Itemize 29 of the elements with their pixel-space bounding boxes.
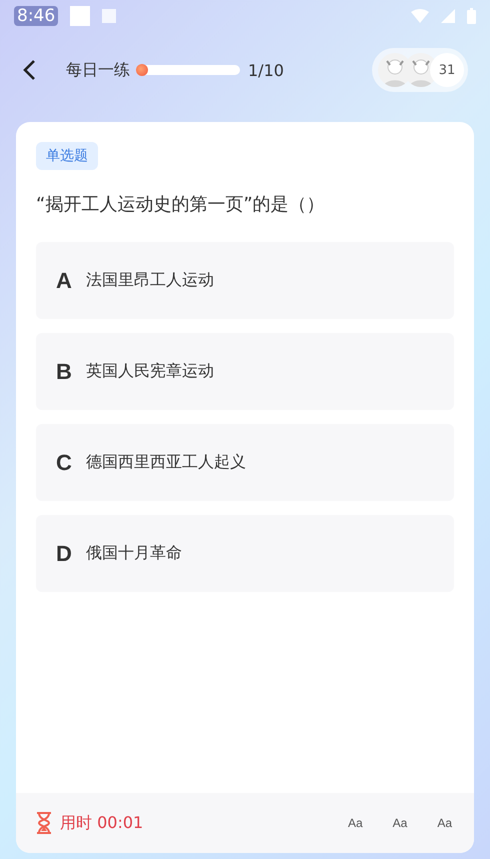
option-text: 德国西里西亚工人起义 bbox=[86, 452, 246, 473]
font-size-button[interactable]: Aa bbox=[390, 814, 410, 832]
signal-icon bbox=[441, 9, 455, 23]
option-letter: C bbox=[56, 450, 73, 476]
option-letter: D bbox=[56, 540, 73, 566]
answer-option[interactable]: A 法国里昂工人运动 bbox=[36, 242, 454, 319]
answer-option[interactable]: C 德国西里西亚工人起义 bbox=[36, 424, 454, 501]
option-letter: B bbox=[56, 358, 73, 384]
status-time: 8:46 bbox=[14, 6, 58, 26]
answer-option[interactable]: B 英国人民宪章运动 bbox=[36, 333, 454, 410]
font-size-button[interactable]: Aa bbox=[346, 814, 365, 832]
hourglass-icon bbox=[36, 812, 52, 834]
elapsed-time: 用时 00:01 bbox=[60, 812, 144, 834]
option-text: 俄国十月革命 bbox=[86, 544, 182, 564]
option-text: 法国里昂工人运动 bbox=[86, 270, 214, 291]
back-icon bbox=[22, 59, 36, 81]
participants-pill[interactable]: 31 bbox=[372, 48, 468, 92]
notification-icon bbox=[70, 6, 90, 26]
option-text: 英国人民宪章运动 bbox=[86, 362, 214, 382]
option-letter: A bbox=[56, 268, 73, 294]
participant-count: 31 bbox=[430, 53, 464, 87]
page-title: 每日一练 bbox=[66, 60, 130, 80]
question-text: “揭开工人运动史的第一页”的是（） bbox=[36, 193, 326, 216]
battery-icon bbox=[467, 8, 476, 24]
wifi-icon bbox=[411, 9, 429, 23]
question-type-tag: 单选题 bbox=[36, 142, 98, 170]
font-size-button[interactable]: Aa bbox=[435, 814, 454, 832]
answer-option[interactable]: D 俄国十月革命 bbox=[36, 515, 454, 592]
question-counter: 1/10 bbox=[248, 60, 284, 80]
